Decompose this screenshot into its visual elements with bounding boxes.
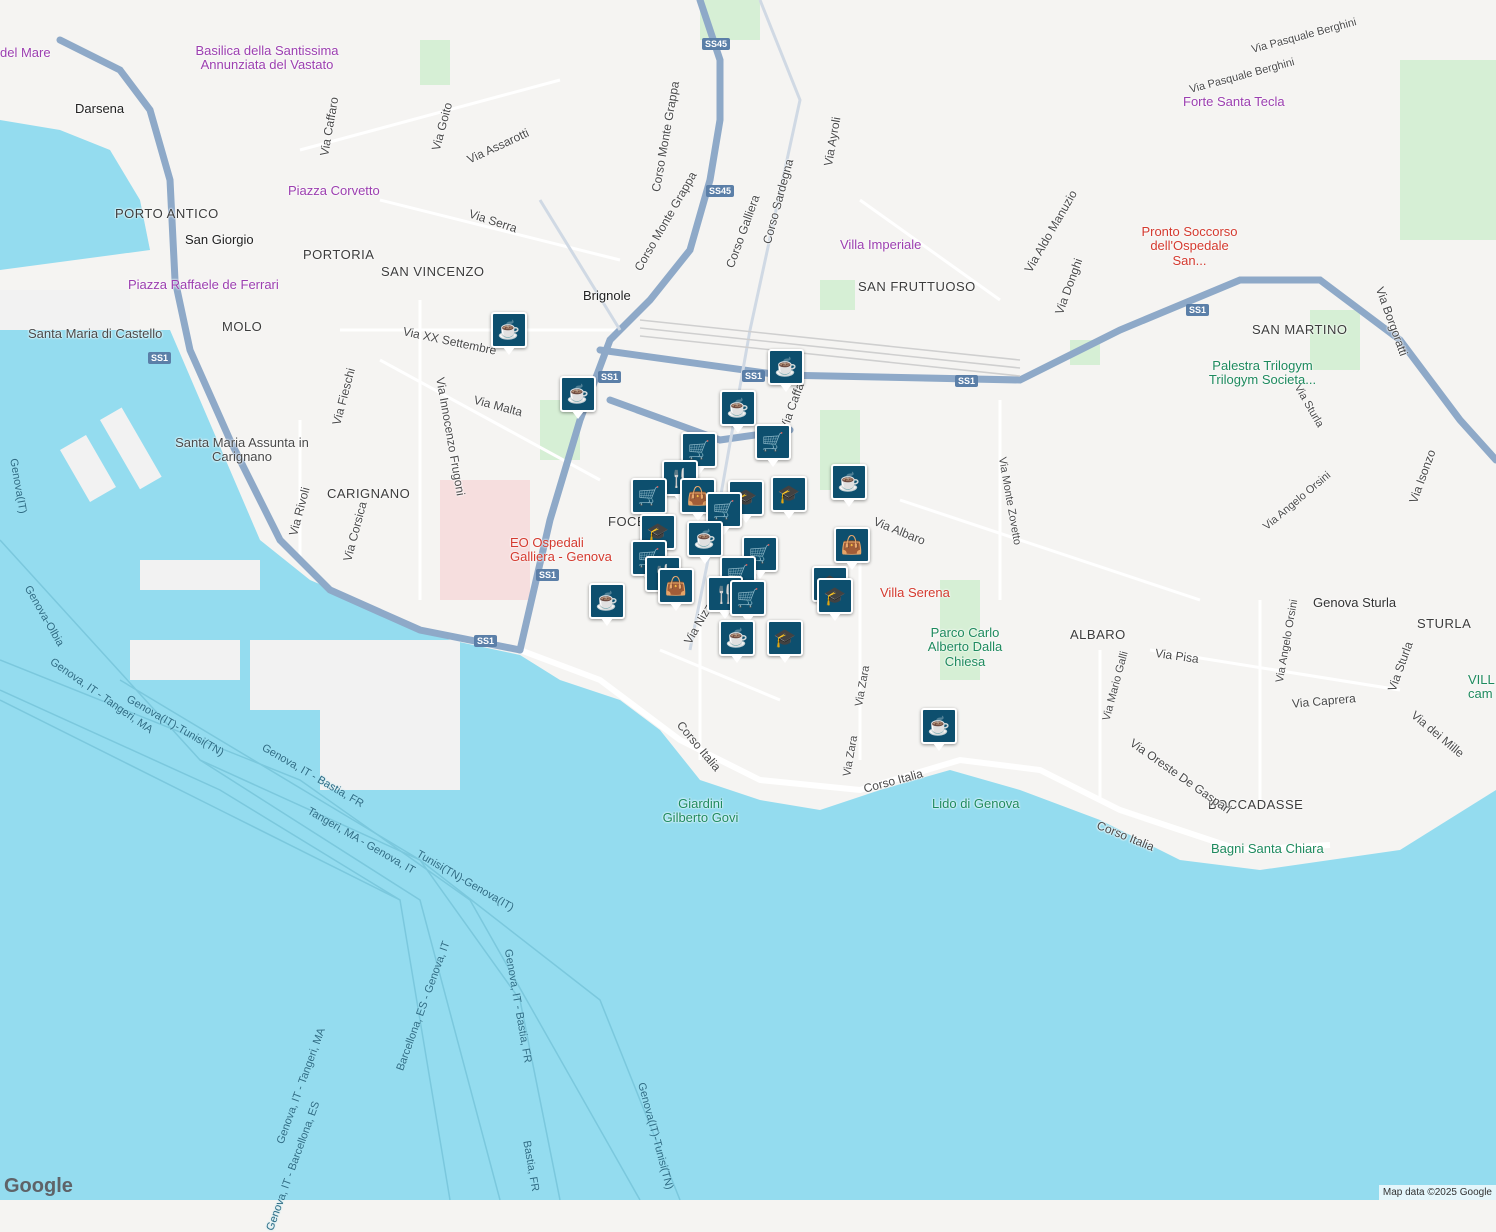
shopping-cart-icon[interactable]: 🛒 [755, 424, 791, 467]
cafe-icon[interactable]: ☕ [589, 583, 625, 626]
cafe-icon[interactable]: ☕ [831, 464, 867, 507]
school-icon[interactable]: 🎓 [767, 620, 803, 663]
shopping-cart-icon[interactable]: 🛒 [631, 478, 667, 521]
route-shield: SS1 [742, 370, 766, 382]
poi-label[interactable]: Giardini Gilberto Govi [658, 796, 743, 826]
cafe-icon[interactable]: ☕ [768, 349, 804, 392]
route-shield: SS1 [536, 569, 560, 581]
district-label: STURLA [1417, 616, 1472, 631]
shopping-bag-icon[interactable]: 👜 [658, 568, 694, 611]
route-shield: SS1 [1186, 304, 1210, 316]
poi-label[interactable]: San Giorgio [185, 232, 254, 247]
poi-label[interactable]: Genova Sturla [1313, 595, 1396, 610]
map-canvas[interactable]: PORTO ANTICO PORTORIA SAN VINCENZO MOLO … [0, 0, 1496, 1232]
route-shield: SS45 [702, 38, 731, 50]
district-label: PORTO ANTICO [115, 206, 219, 221]
route-shield: SS1 [955, 375, 979, 387]
poi-label[interactable]: Parco Carlo Alberto Dalla Chiesa [925, 625, 1005, 669]
cafe-icon[interactable]: ☕ [720, 390, 756, 433]
poi-label[interactable]: Piazza Raffaele de Ferrari [128, 277, 279, 292]
poi-label[interactable]: Brignole [583, 288, 631, 303]
poi-label[interactable]: Bagni Santa Chiara [1211, 841, 1324, 856]
cafe-icon[interactable]: ☕ [491, 312, 527, 355]
poi-label[interactable]: VILL cam [1468, 672, 1496, 702]
district-label: SAN MARTINO [1252, 322, 1348, 337]
poi-label[interactable]: Santa Maria di Castello [28, 326, 162, 341]
district-label: CARIGNANO [327, 486, 411, 501]
poi-label[interactable]: Pronto Soccorso dell'Ospedale San... [1132, 224, 1247, 268]
route-shield: SS1 [148, 352, 172, 364]
cafe-icon[interactable]: ☕ [560, 376, 596, 419]
map-attribution[interactable]: Map data ©2025 Google [1378, 1185, 1496, 1200]
route-shield: SS1 [598, 371, 622, 383]
poi-label[interactable]: Villa Imperiale [840, 237, 921, 252]
cafe-icon[interactable]: ☕ [921, 708, 957, 751]
shopping-cart-icon[interactable]: 🛒 [730, 580, 766, 623]
cafe-icon[interactable]: ☕ [687, 521, 723, 564]
school-icon[interactable]: 🎓 [817, 578, 853, 621]
poi-label[interactable]: EO Ospedali Galliera - Genova [510, 535, 620, 565]
route-shield: SS1 [474, 635, 498, 647]
district-label: MOLO [222, 319, 263, 334]
poi-label[interactable]: Villa Serena [880, 585, 950, 600]
school-icon[interactable]: 🎓 [771, 476, 807, 519]
poi-label[interactable]: Santa Maria Assunta in Carignano [172, 435, 312, 465]
district-label: PORTORIA [303, 247, 375, 262]
poi-label[interactable]: Palestra Trilogym Trilogym Societa... [1200, 358, 1325, 388]
shopping-bag-icon[interactable]: 👜 [834, 527, 870, 570]
poi-label[interactable]: Darsena [75, 101, 124, 116]
poi-label[interactable]: Lido di Genova [932, 796, 1019, 811]
district-label: SAN VINCENZO [381, 264, 485, 279]
cafe-icon[interactable]: ☕ [719, 620, 755, 663]
google-logo: Google [4, 1175, 73, 1197]
poi-label[interactable]: Forte Santa Tecla [1183, 94, 1285, 109]
district-label: SAN FRUTTUOSO [858, 279, 976, 294]
route-shield: SS45 [706, 185, 735, 197]
poi-label[interactable]: Piazza Corvetto [288, 183, 380, 198]
poi-label[interactable]: Basilica della Santissima Annunziata del… [182, 43, 352, 73]
district-label: ALBARO [1070, 627, 1126, 642]
poi-label[interactable]: del Mare [0, 45, 51, 60]
